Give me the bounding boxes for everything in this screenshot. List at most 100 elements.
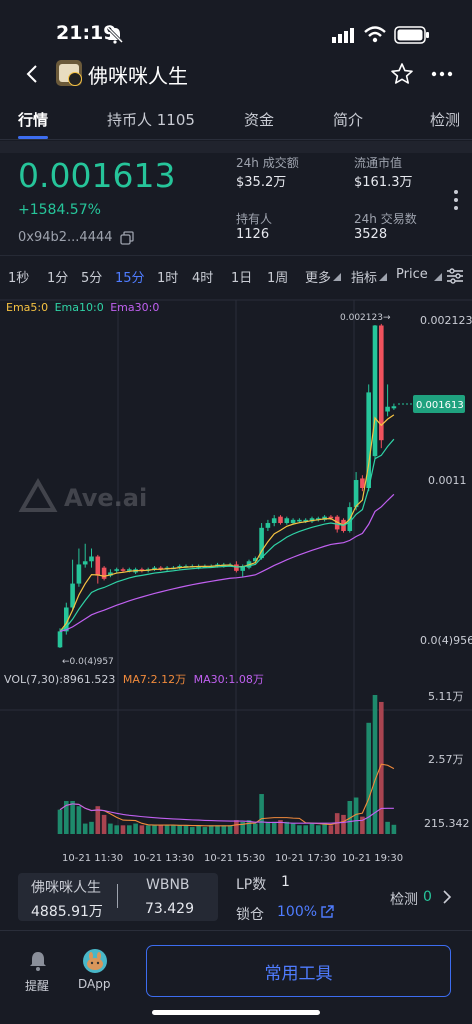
ema-legend: Ema5:0 Ema10:0 Ema30:0: [6, 301, 159, 314]
ema10-line: [59, 438, 395, 632]
price-mode-menu[interactable]: Price: [396, 267, 428, 282]
pair-divider: [117, 884, 118, 908]
mcap-label: 流通市值: [354, 156, 403, 170]
volume-bar: [139, 825, 145, 834]
contract-address: 0x94b2...4444: [18, 230, 113, 245]
interval-1m[interactable]: 1分: [47, 267, 68, 286]
alert-label[interactable]: 提醒: [25, 977, 49, 994]
volume-bar: [120, 825, 126, 834]
candle-body: [297, 519, 302, 522]
volume-bar: [190, 827, 195, 834]
y-label-high: 0.002123: [420, 314, 472, 327]
volume-bar: [303, 825, 308, 834]
token-logo: [56, 60, 82, 86]
detection-count: 0: [423, 889, 432, 905]
token-name-label: 佛咪咪人生: [31, 880, 101, 896]
volume-bar: [158, 825, 164, 834]
copy-icon[interactable]: [120, 231, 134, 245]
volume-bar: [145, 825, 151, 834]
vol-legend: VOL(7,30):8961.523 MA7:2.12万 MA30:1.08万: [4, 673, 264, 686]
ma7-legend: MA7:2.12万: [123, 673, 186, 686]
candle-body: [120, 569, 126, 571]
candle-body: [265, 523, 271, 528]
interval-1d[interactable]: 1日: [231, 267, 252, 286]
x-label-3: 10-21 15:30: [204, 853, 265, 864]
chart-settings-icon[interactable]: [446, 268, 464, 284]
interval-4h[interactable]: 4时: [192, 267, 213, 286]
x-label-5: 10-21 19:30: [342, 853, 403, 864]
lp-value: 1: [281, 874, 290, 890]
candle-body: [82, 561, 88, 565]
candle-body: [95, 556, 101, 576]
interval-5m[interactable]: 5分: [81, 267, 102, 286]
volume-bar: [297, 825, 302, 834]
vol-24h-label: 24h 成交额: [236, 156, 299, 170]
status-bar: 21:19: [0, 0, 472, 54]
tab-market[interactable]: 行情: [18, 109, 48, 130]
volume-bar: [385, 821, 390, 834]
candle-body: [101, 567, 107, 579]
lock-value: 100%: [277, 904, 318, 920]
external-link-icon[interactable]: [320, 905, 334, 919]
volume-bar: [290, 823, 296, 834]
tab-detection[interactable]: 检测: [430, 109, 460, 130]
bell-icon[interactable]: [27, 950, 49, 972]
volume-bar: [108, 823, 113, 834]
tab-holders[interactable]: 持币人 1105: [107, 109, 195, 130]
quote-name-label: WBNB: [146, 877, 190, 893]
pancakeswap-icon[interactable]: [82, 948, 108, 974]
vol-y-label-low: 215.342: [424, 817, 470, 830]
candle-body: [70, 583, 75, 608]
quote-reserve: 73.429: [145, 901, 194, 917]
more-icon[interactable]: [430, 70, 454, 78]
volume-bar: [70, 800, 75, 834]
volume-bar: [246, 820, 252, 834]
dapp-label[interactable]: DApp: [78, 977, 110, 991]
price-caret-icon: [434, 273, 442, 281]
candle-body: [76, 564, 82, 584]
common-tools-button[interactable]: 常用工具: [146, 945, 451, 997]
candle-body: [360, 478, 365, 488]
lp-label: LP数: [236, 877, 267, 893]
wifi-icon: [364, 26, 386, 43]
ma30-legend: MA30:1.08万: [194, 673, 264, 686]
detection-label[interactable]: 检测: [390, 889, 418, 909]
back-arrow-icon[interactable]: [24, 64, 40, 84]
volume-bar: [196, 825, 201, 834]
interval-1s[interactable]: 1秒: [8, 267, 29, 286]
interval-15m[interactable]: 15分: [115, 267, 145, 286]
token-reserve: 4885.91万: [31, 904, 103, 920]
candle-body: [278, 516, 283, 524]
price-value: 0.001613: [18, 156, 176, 195]
vol-y-label-mid: 2.57万: [428, 753, 464, 766]
indicator-menu[interactable]: 指标: [351, 267, 377, 286]
x-label-1: 10-21 11:30: [62, 853, 123, 864]
high-marker: 0.002123→: [340, 313, 391, 323]
volume-bar: [76, 806, 82, 834]
interval-more[interactable]: 更多: [305, 267, 331, 286]
interval-1h[interactable]: 1时: [157, 267, 178, 286]
stats-more-icon[interactable]: [452, 188, 460, 212]
volume-bar: [183, 825, 189, 834]
tab-active-indicator: [18, 136, 48, 139]
chevron-right-icon[interactable]: [442, 890, 452, 904]
interval-1w[interactable]: 1周: [267, 267, 288, 286]
watermark-logo: Ave.ai: [18, 477, 147, 512]
volume-bar: [89, 821, 94, 834]
more-caret-icon: [333, 273, 341, 281]
volume-bar: [177, 825, 182, 834]
price-chart[interactable]: Ave.ai Ema5:0 Ema10:0 Ema30:0 0.002123 0…: [0, 290, 472, 872]
lock-label: 锁仓: [236, 907, 264, 923]
ema10-legend: Ema10:0: [55, 301, 104, 314]
volume-bar: [259, 794, 264, 834]
volume-bar: [171, 825, 176, 834]
volume-bar: [101, 814, 107, 834]
star-icon[interactable]: [390, 62, 414, 86]
tab-intro[interactable]: 简介: [333, 109, 363, 130]
tab-funds[interactable]: 资金: [244, 109, 274, 130]
volume-bar: [316, 825, 321, 834]
vol-legend-value: VOL(7,30):8961.523: [4, 673, 115, 686]
ema30-line: [59, 493, 395, 632]
volume-bar: [234, 820, 239, 834]
x-label-4: 10-21 17:30: [275, 853, 336, 864]
